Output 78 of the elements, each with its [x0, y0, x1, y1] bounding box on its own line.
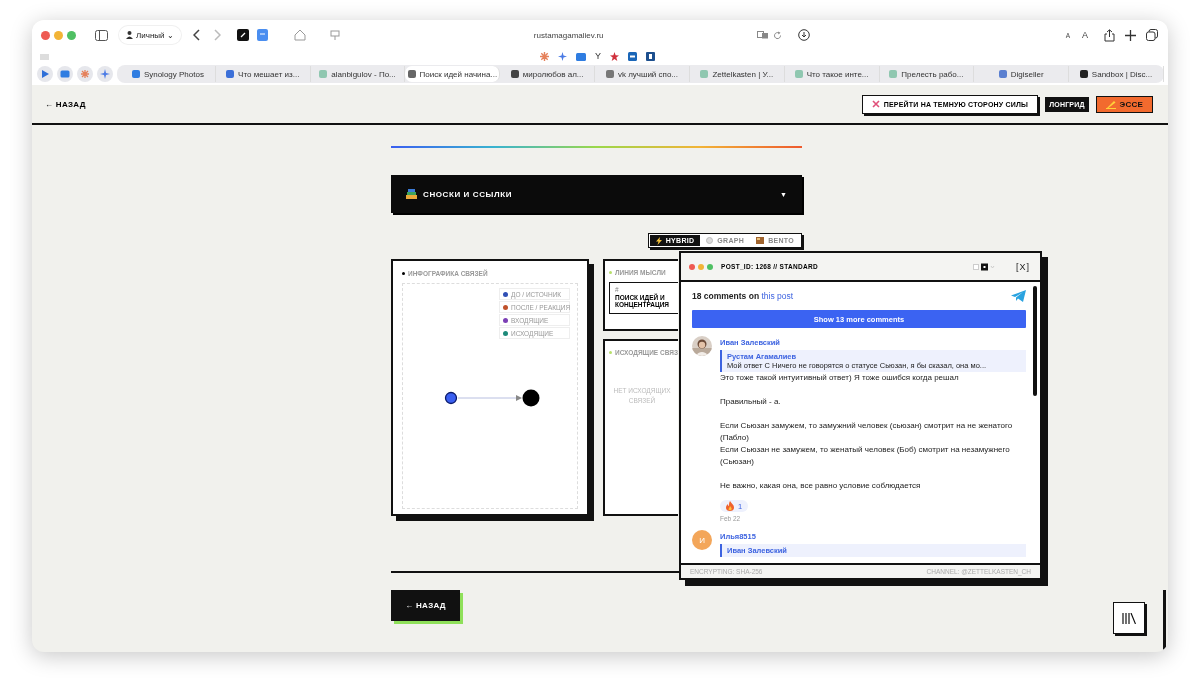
edit-icon[interactable]: [236, 29, 249, 41]
square-icon: [407, 70, 416, 78]
browser-tab[interactable]: Synology Photos: [121, 66, 216, 82]
browser-tab[interactable]: Что мешает из...: [215, 66, 311, 82]
library-icon: [1122, 612, 1136, 624]
graph-node[interactable]: [444, 391, 458, 405]
close-button[interactable]: [X]: [1016, 261, 1030, 272]
comment-text: Это тоже такой интуитивный ответ) Я тоже ошибся когда решал: [720, 372, 959, 384]
tabs-overview-icon[interactable]: [1146, 29, 1158, 41]
browser-tab[interactable]: Zettelkasten | У...: [689, 66, 785, 82]
close-window-button[interactable]: [41, 30, 50, 40]
profile-button[interactable]: Личный ⌄: [119, 26, 181, 44]
fire-icon: [726, 501, 734, 511]
library-button[interactable]: [1113, 602, 1145, 634]
circle-icon: [706, 237, 714, 244]
square-icon[interactable]: [576, 52, 586, 61]
person-icon: [126, 31, 133, 39]
square-icon: [700, 70, 709, 78]
star-icon[interactable]: [610, 52, 619, 61]
browser-tab[interactable]: миролюбов ал...: [500, 66, 596, 82]
bookmark-letter[interactable]: Y: [595, 52, 601, 61]
reader-icon[interactable]: [329, 29, 340, 41]
comment-text: Правильный - а.: [720, 396, 781, 408]
pencil-icon: [1105, 99, 1116, 109]
back-button[interactable]: ← НАЗАД: [391, 590, 460, 621]
sidebar-icon[interactable]: [95, 29, 108, 41]
download-icon[interactable]: [797, 29, 810, 41]
reload-icon[interactable]: [772, 30, 782, 40]
square-icon: [605, 70, 614, 78]
document-icon[interactable]: [256, 29, 268, 41]
sparkle-icon[interactable]: [97, 66, 113, 82]
home-icon[interactable]: [293, 29, 306, 41]
comments-count: 18 comments on this post: [692, 291, 794, 301]
square-icon: [226, 70, 235, 78]
browser-tab[interactable]: Прелесть рабо...: [879, 66, 975, 82]
browser-tab[interactable]: Digiseller: [974, 66, 1070, 82]
nav-button[interactable]: ЭССЕ: [1095, 95, 1153, 113]
comment-text: Если Сьюзан не замужем, то женатый человек (Боб) смотрит на незамужнего (Сьюзан): [720, 444, 1011, 468]
graph-node[interactable]: [522, 389, 540, 407]
box-icon: [756, 237, 765, 244]
text-larger-button[interactable]: A: [1076, 30, 1094, 40]
cross-icon: [871, 100, 880, 108]
square-icon: [510, 70, 519, 78]
arrow: [457, 395, 522, 401]
comment-text: Если Сьюзан замужем, то замужний человек (сьюзан) смотрит на не женатого (Пабло): [720, 420, 1014, 444]
square-icon: [131, 70, 140, 78]
square-icon: [319, 70, 328, 78]
browser-tab[interactable]: Поиск идей начина...: [405, 66, 501, 82]
telegram-icon[interactable]: [1011, 290, 1026, 302]
share-icon[interactable]: [1104, 28, 1115, 42]
view-toggle-icon[interactable]: [973, 262, 995, 271]
address-field[interactable]: rustamagamaliev.ru: [349, 25, 788, 45]
back-link[interactable]: ← НАЗАД: [45, 99, 86, 109]
square-icon: [1079, 70, 1088, 78]
sparkle-icon[interactable]: [558, 52, 567, 61]
square-icon: [998, 70, 1007, 78]
scrollbar[interactable]: [1033, 286, 1037, 396]
avatar: И: [692, 530, 712, 550]
browser-tab[interactable]: vk лучший спо...: [595, 66, 690, 82]
zoom-window-button[interactable]: [67, 30, 76, 40]
browser-tab[interactable]: Sandbox | Disc...: [1069, 66, 1164, 82]
footnotes-title: СНОСКИ И ССЫЛКИ: [423, 189, 513, 199]
square-icon: [889, 70, 898, 78]
asterisk-icon[interactable]: [77, 66, 93, 82]
square-icon: [794, 70, 803, 78]
square-icon[interactable]: [646, 52, 655, 61]
back-icon[interactable]: [192, 29, 201, 41]
new-tab-icon[interactable]: [1125, 29, 1136, 41]
books-icon: [406, 189, 417, 199]
browser-tab[interactable]: Что такое инте...: [784, 66, 880, 82]
translate-icon[interactable]: [756, 31, 769, 39]
lightning-icon: [655, 236, 662, 245]
square-icon[interactable]: [628, 52, 637, 61]
play-icon[interactable]: [37, 66, 53, 82]
browser-tab[interactable]: alanbigulov - По...: [310, 66, 406, 82]
asterisk-icon[interactable]: [540, 52, 549, 61]
post-link[interactable]: this post: [761, 291, 794, 301]
comment-text: Не важно, какая она, все равно условие соблюдается: [720, 480, 921, 492]
